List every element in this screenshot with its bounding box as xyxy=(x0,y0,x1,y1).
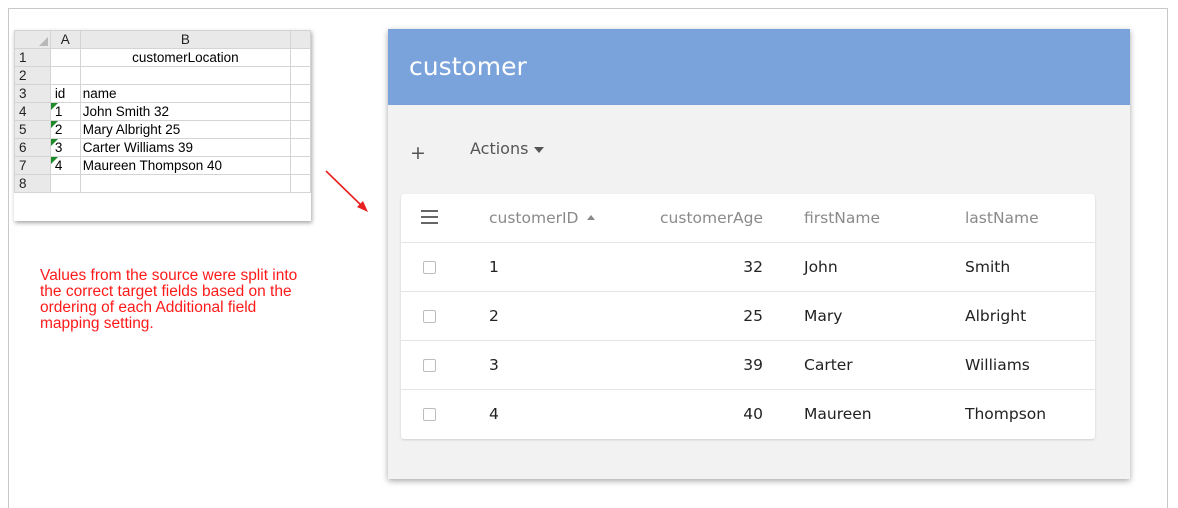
cell[interactable] xyxy=(290,102,311,121)
name-cell[interactable]: Maureen Thompson 40 xyxy=(79,156,292,175)
cell-lastname: Albright xyxy=(965,307,1027,325)
cell[interactable] xyxy=(49,66,81,85)
id-cell[interactable]: 1 xyxy=(49,102,81,121)
row-number[interactable]: 1 xyxy=(14,48,51,67)
cell[interactable] xyxy=(49,174,81,193)
id-cell[interactable]: 4 xyxy=(49,156,81,175)
cell-customerage: 40 xyxy=(743,405,763,423)
row-number[interactable]: 8 xyxy=(14,174,51,193)
chevron-up-icon xyxy=(586,215,595,220)
cell[interactable] xyxy=(290,66,311,85)
cell-customerid: 2 xyxy=(489,307,499,325)
annotation-text: Values from the source were split into t… xyxy=(40,267,298,332)
caret-down-icon xyxy=(534,146,545,153)
column-header-c[interactable] xyxy=(290,30,311,49)
data-grid: customerID customerAge firstName lastNam… xyxy=(401,194,1095,439)
error-flag-icon xyxy=(51,103,58,110)
column-header-a[interactable]: A xyxy=(49,30,81,49)
menu-icon[interactable] xyxy=(421,210,438,228)
cell-customerage: 32 xyxy=(743,258,763,276)
title-cell[interactable]: customerLocation xyxy=(79,48,292,67)
cell[interactable] xyxy=(49,48,81,67)
cell-customerid: 4 xyxy=(489,405,499,423)
cell-customerid: 1 xyxy=(489,258,499,276)
cell[interactable] xyxy=(79,66,292,85)
row-number[interactable]: 5 xyxy=(14,120,51,139)
panel-title: customer xyxy=(388,29,1130,105)
cell-firstname: Mary xyxy=(804,307,843,325)
column-header-customerage[interactable]: customerAge xyxy=(601,194,763,242)
table-row[interactable]: 4 40 Maureen Thompson xyxy=(401,390,1095,439)
row-number[interactable]: 2 xyxy=(14,66,51,85)
row-checkbox[interactable] xyxy=(423,359,436,372)
cell-firstname: Maureen xyxy=(804,405,872,423)
error-flag-icon xyxy=(51,157,58,164)
header-name-cell[interactable]: name xyxy=(79,84,292,103)
id-cell[interactable]: 2 xyxy=(49,120,81,139)
cell[interactable] xyxy=(290,84,311,103)
column-header-lastname[interactable]: lastName xyxy=(965,194,1039,242)
cell-customerage: 25 xyxy=(743,307,763,325)
name-cell[interactable]: Carter Williams 39 xyxy=(79,138,292,157)
cell-firstname: John xyxy=(804,258,838,276)
cell-lastname: Williams xyxy=(965,356,1030,374)
spreadsheet: A B 1 customerLocation 2 3 id name 4 1 J… xyxy=(14,30,311,221)
column-header-b[interactable]: B xyxy=(79,30,292,49)
name-cell[interactable]: Mary Albright 25 xyxy=(79,120,292,139)
cell[interactable] xyxy=(290,48,311,67)
header-id-cell[interactable]: id xyxy=(49,84,81,103)
cell-lastname: Thompson xyxy=(965,405,1047,423)
table-row[interactable]: 1 32 John Smith xyxy=(401,243,1095,292)
row-checkbox[interactable] xyxy=(423,261,436,274)
column-header-customerid[interactable]: customerID xyxy=(489,194,595,242)
row-number[interactable]: 7 xyxy=(14,156,51,175)
row-number[interactable]: 6 xyxy=(14,138,51,157)
cell-customerid: 3 xyxy=(489,356,499,374)
add-button[interactable]: + xyxy=(410,142,426,164)
cell-customerage: 39 xyxy=(743,356,763,374)
error-flag-icon xyxy=(51,139,58,146)
grid-header-row: customerID customerAge firstName lastNam… xyxy=(401,194,1095,243)
cell[interactable] xyxy=(79,174,292,193)
cell[interactable] xyxy=(290,138,311,157)
actions-dropdown[interactable]: Actions xyxy=(470,139,545,158)
table-row[interactable]: 3 39 Carter Williams xyxy=(401,341,1095,390)
arrow-icon xyxy=(325,170,368,212)
cell[interactable] xyxy=(290,174,311,193)
id-cell[interactable]: 3 xyxy=(49,138,81,157)
row-number[interactable]: 4 xyxy=(14,102,51,121)
name-cell[interactable]: John Smith 32 xyxy=(79,102,292,121)
actions-label: Actions xyxy=(470,139,529,158)
row-number[interactable]: 3 xyxy=(14,84,51,103)
row-checkbox[interactable] xyxy=(423,408,436,421)
customer-panel: customer + Actions customerID customerAg… xyxy=(388,29,1130,479)
select-all-corner[interactable] xyxy=(14,30,51,49)
column-header-firstname[interactable]: firstName xyxy=(804,194,880,242)
table-row[interactable]: 2 25 Mary Albright xyxy=(401,292,1095,341)
cell-firstname: Carter xyxy=(804,356,853,374)
cell[interactable] xyxy=(290,120,311,139)
cell[interactable] xyxy=(290,156,311,175)
cell-lastname: Smith xyxy=(965,258,1011,276)
error-flag-icon xyxy=(51,121,58,128)
row-checkbox[interactable] xyxy=(423,310,436,323)
